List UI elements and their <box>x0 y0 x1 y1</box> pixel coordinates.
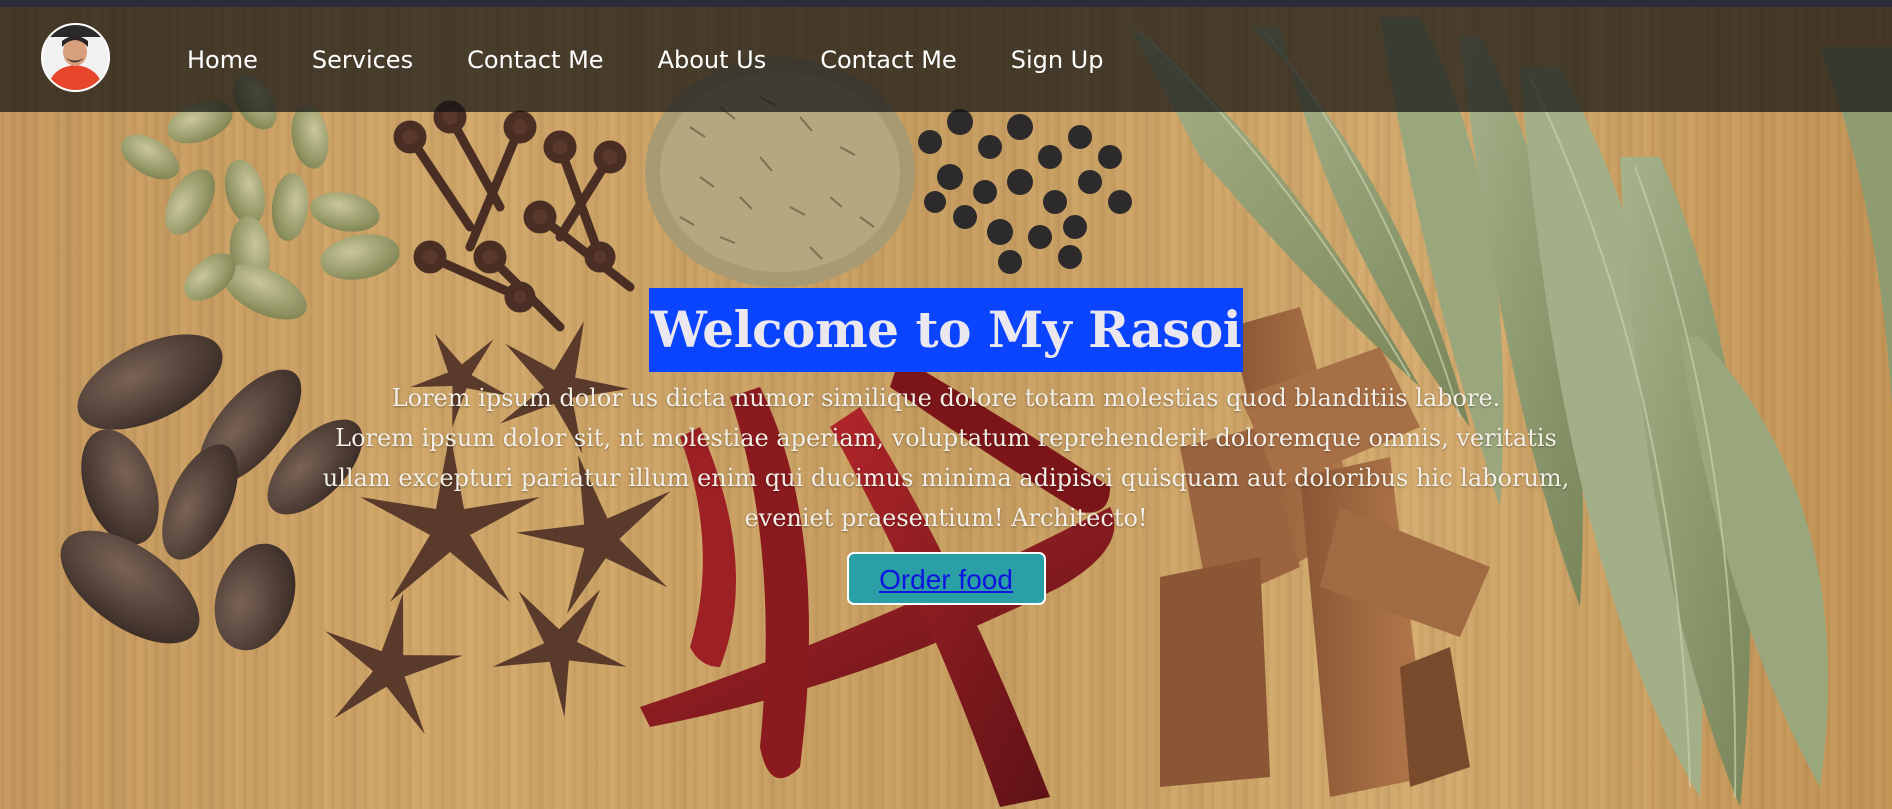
hero-description-line: Lorem ipsum dolor us dicta numor similiq… <box>391 384 1501 412</box>
profile-photo-icon <box>43 25 108 90</box>
avatar[interactable] <box>41 23 110 92</box>
hero-description-line: ullam excepturi pariatur illum enim qui … <box>322 464 1570 492</box>
nav-link-contact-me[interactable]: Contact Me <box>440 46 630 74</box>
hero-section: Welcome to My Rasoi Lorem ipsum dolor us… <box>0 288 1892 605</box>
hero-description-line: Lorem ipsum dolor sit, nt molestiae aper… <box>335 424 1557 452</box>
nav-link-about-us[interactable]: About Us <box>631 46 794 74</box>
hero-title: Welcome to My Rasoi <box>648 288 1244 372</box>
hero-description: Lorem ipsum dolor us dicta numor similiq… <box>236 378 1656 538</box>
nav-links: Home Services Contact Me About Us Contac… <box>160 7 1130 112</box>
nav-link-home[interactable]: Home <box>160 46 285 74</box>
nav-link-services[interactable]: Services <box>285 46 440 74</box>
order-food-button[interactable]: Order food <box>846 552 1046 605</box>
navbar: Home Services Contact Me About Us Contac… <box>0 7 1892 112</box>
nav-link-sign-up[interactable]: Sign Up <box>984 46 1131 74</box>
nav-link-contact-me-2[interactable]: Contact Me <box>793 46 983 74</box>
hero-description-line: eveniet praesentium! Architecto! <box>744 504 1148 532</box>
top-strip <box>0 0 1892 7</box>
page: Home Services Contact Me About Us Contac… <box>0 0 1892 809</box>
